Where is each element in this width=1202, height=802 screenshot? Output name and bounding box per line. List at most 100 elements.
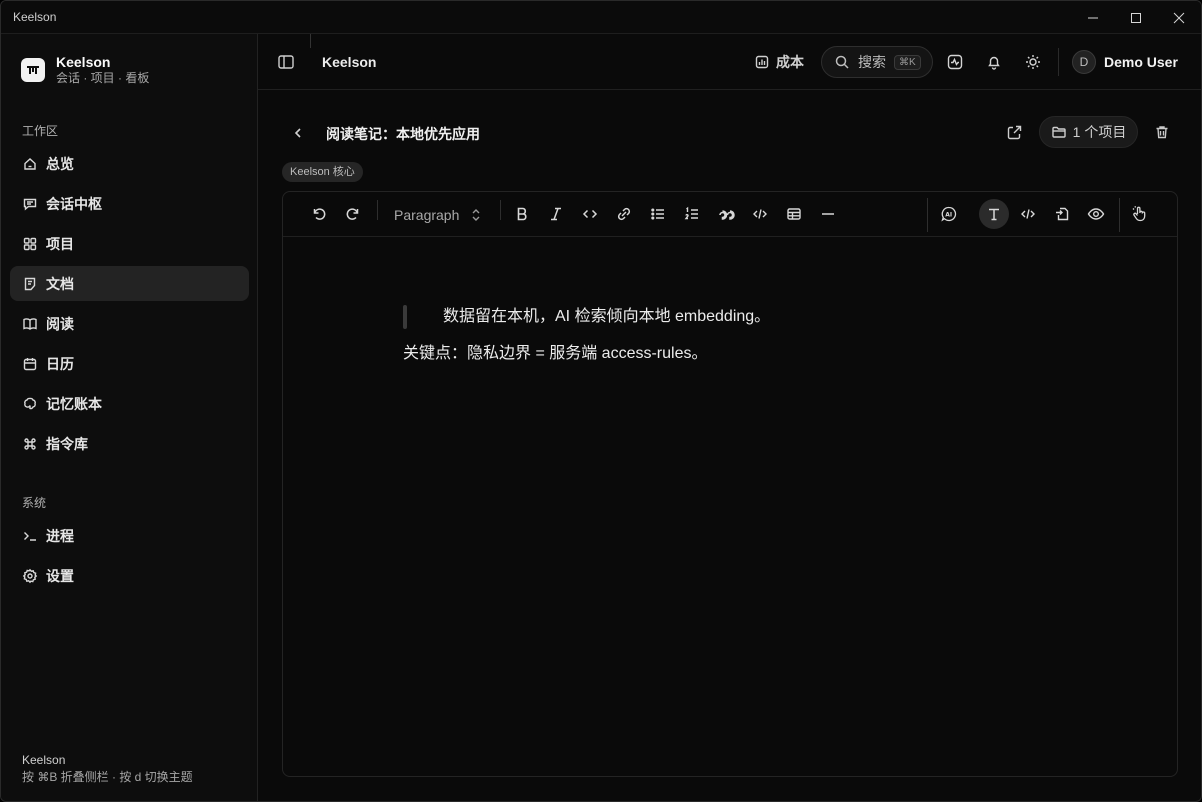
sidebar-item-label: 日历 — [46, 355, 74, 372]
maximize-button[interactable] — [1114, 1, 1158, 34]
avatar: D — [1072, 50, 1096, 74]
search-button[interactable]: 搜索 ⌘K — [821, 46, 933, 78]
sidebar-item-projects[interactable]: 项目 — [10, 226, 249, 261]
app-window: Keelson Keelson 会话 · 项目 · 看板 工作区 总览 会话中枢… — [0, 0, 1202, 802]
workspace-section-label: 工作区 — [22, 124, 59, 138]
bullet-list-icon[interactable] — [647, 203, 669, 225]
link-icon[interactable] — [613, 203, 635, 225]
trash-icon[interactable] — [1152, 122, 1172, 142]
document-title: 阅读笔记：本地优先应用 — [326, 126, 480, 142]
divider — [310, 34, 311, 48]
tag-badge[interactable]: Keelson 核心 — [282, 162, 363, 182]
chevron-up-down-icon — [470, 207, 482, 223]
italic-icon[interactable] — [545, 203, 567, 225]
block-type-select[interactable]: Paragraph — [394, 204, 486, 226]
cost-button[interactable]: 成本 — [754, 52, 804, 72]
sidebar-item-processes[interactable]: 进程 — [10, 518, 249, 553]
sidebar-item-label: 设置 — [46, 567, 74, 584]
project-count-label: 1 个项目 — [1072, 124, 1127, 140]
brand-name: Keelson — [56, 54, 111, 70]
sun-icon[interactable] — [1023, 52, 1043, 72]
divider — [927, 198, 928, 232]
blockquote: 数据留在本机，AI 检索倾向本地 embedding。 — [403, 305, 770, 329]
sidebar-footer: Keelson 按 ⌘B 折叠侧栏 · 按 d 切换主题 — [22, 752, 193, 786]
search-label: 搜索 — [858, 54, 886, 70]
close-button[interactable] — [1157, 1, 1201, 34]
ordered-list-icon[interactable] — [681, 203, 703, 225]
document-icon — [22, 276, 38, 292]
sidebar-item-label: 阅读 — [46, 315, 74, 332]
import-file-icon[interactable] — [1051, 203, 1073, 225]
chat-icon — [22, 196, 38, 212]
divider — [500, 200, 501, 220]
sidebar-item-sessions[interactable]: 会话中枢 — [10, 186, 249, 221]
chart-icon — [754, 54, 770, 70]
brand-subtitle: 会话 · 项目 · 看板 — [56, 71, 150, 85]
book-icon — [22, 316, 38, 332]
sidebar-item-label: 进程 — [46, 527, 74, 544]
gear-icon — [22, 568, 38, 584]
title-bar: Keelson — [1, 1, 1201, 34]
window-title: Keelson — [13, 10, 57, 24]
sidebar-item-documents[interactable]: 文档 — [10, 266, 249, 301]
text-mode-icon[interactable] — [979, 199, 1009, 229]
block-type-label: Paragraph — [394, 207, 460, 223]
redo-icon[interactable] — [342, 203, 364, 225]
top-bar: Keelson 成本 搜索 ⌘K D Demo User — [258, 34, 1201, 90]
sidebar-item-calendar[interactable]: 日历 — [10, 346, 249, 381]
sidebar-item-label: 会话中枢 — [46, 195, 102, 212]
source-code-icon[interactable] — [1017, 203, 1039, 225]
folder-icon — [1051, 124, 1067, 140]
bold-icon[interactable] — [511, 203, 533, 225]
sidebar-item-memory[interactable]: 记忆账本 — [10, 386, 249, 421]
inline-code-icon[interactable] — [579, 203, 601, 225]
terminal-icon — [22, 528, 38, 544]
footer-title: Keelson — [22, 753, 66, 767]
paragraph: 关键点：隐私边界 = 服务端 access-rules。 — [403, 345, 708, 362]
activity-icon[interactable] — [945, 52, 965, 72]
sidebar-item-label: 项目 — [46, 235, 74, 252]
sidebar-item-label: 文档 — [46, 275, 74, 292]
user-menu[interactable]: D Demo User — [1072, 50, 1178, 74]
bell-icon[interactable] — [984, 52, 1004, 72]
sidebar-item-reading[interactable]: 阅读 — [10, 306, 249, 341]
sidebar-item-label: 总览 — [46, 155, 74, 172]
user-name: Demo User — [1104, 54, 1178, 70]
search-shortcut: ⌘K — [894, 54, 921, 70]
back-icon[interactable] — [288, 123, 308, 143]
quote-icon[interactable] — [715, 203, 737, 225]
editor-content[interactable]: 数据留在本机，AI 检索倾向本地 embedding。 关键点：隐私边界 = 服… — [403, 305, 770, 366]
svg-text:AI: AI — [945, 212, 952, 219]
divider — [1119, 198, 1120, 232]
sidebar-item-settings[interactable]: 设置 — [10, 558, 249, 593]
sidebar-toggle-icon[interactable] — [276, 52, 296, 72]
hand-pointer-icon[interactable] — [1129, 203, 1151, 225]
undo-icon[interactable] — [308, 203, 330, 225]
keelson-logo-icon — [21, 58, 45, 82]
calendar-icon — [22, 356, 38, 372]
project-count-button[interactable]: 1 个项目 — [1039, 116, 1138, 148]
code-block-icon[interactable] — [749, 203, 771, 225]
editor-toolbar: Paragraph AI — [283, 192, 1177, 237]
command-icon — [22, 436, 38, 452]
search-icon — [834, 54, 850, 70]
divider — [1058, 48, 1059, 76]
sidebar: Keelson 会话 · 项目 · 看板 工作区 总览 会话中枢 项目 文档 阅… — [1, 34, 258, 801]
minimize-button[interactable] — [1071, 1, 1115, 34]
brain-icon — [22, 396, 38, 412]
external-link-icon[interactable] — [1004, 122, 1024, 142]
ai-icon[interactable]: AI — [938, 203, 960, 225]
sidebar-item-commands[interactable]: 指令库 — [10, 426, 249, 461]
page-title: Keelson — [322, 54, 377, 70]
sidebar-item-label: 记忆账本 — [46, 395, 102, 412]
brand[interactable]: Keelson 会话 · 项目 · 看板 — [21, 54, 149, 86]
footer-hint: 按 ⌘B 折叠侧栏 · 按 d 切换主题 — [22, 770, 193, 784]
editor: Paragraph AI 数据留在本机，AI 检索倾向本地 embedding。… — [282, 191, 1178, 777]
preview-eye-icon[interactable] — [1085, 203, 1107, 225]
table-icon[interactable] — [783, 203, 805, 225]
cost-label: 成本 — [776, 54, 804, 70]
sidebar-item-overview[interactable]: 总览 — [10, 146, 249, 181]
horizontal-rule-icon[interactable] — [817, 203, 839, 225]
home-icon — [22, 156, 38, 172]
divider — [377, 200, 378, 220]
